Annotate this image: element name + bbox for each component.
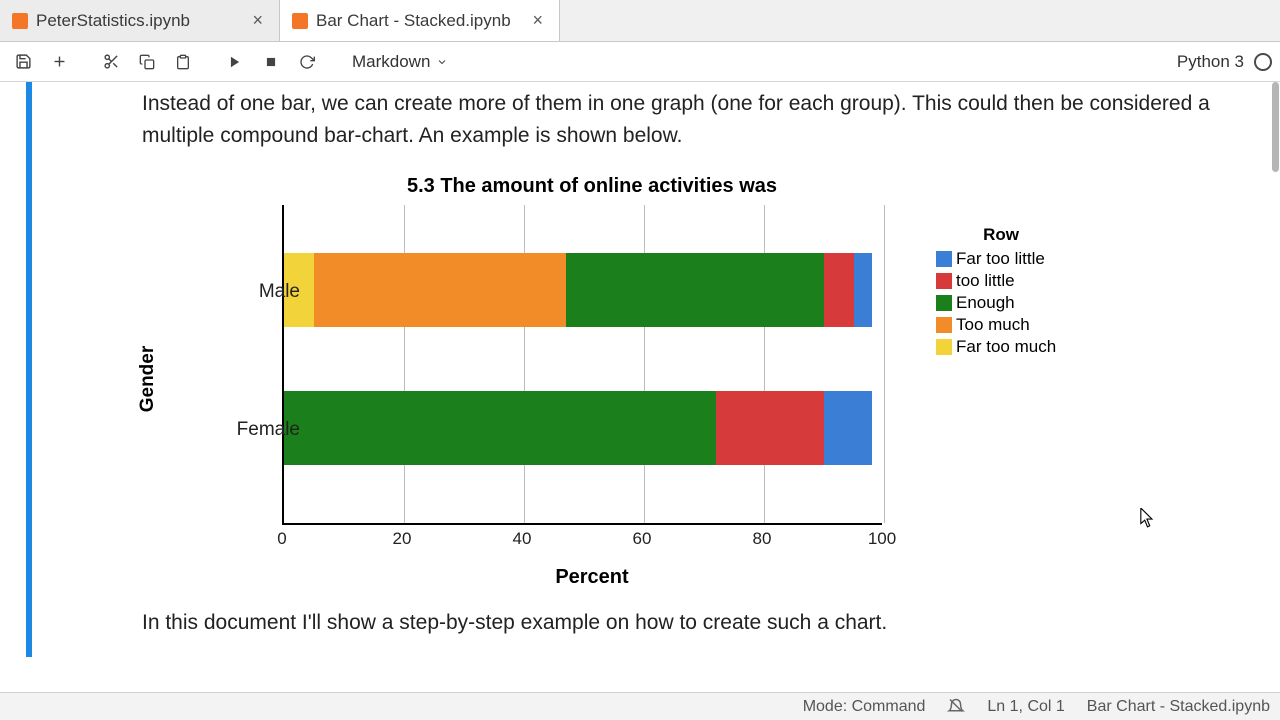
status-file: Bar Chart - Stacked.ipynb xyxy=(1087,698,1270,716)
status-mode: Mode: Command xyxy=(803,698,926,716)
scrollbar-thumb[interactable] xyxy=(1272,82,1279,172)
notebook-icon xyxy=(292,13,308,29)
markdown-paragraph: In this document I'll show a step-by-ste… xyxy=(142,607,1250,639)
y-axis-label: Gender xyxy=(137,346,159,413)
copy-button[interactable] xyxy=(132,47,162,77)
bar-segment xyxy=(314,253,566,327)
gridline xyxy=(884,205,885,523)
notifications-icon[interactable] xyxy=(947,698,965,716)
notebook-icon xyxy=(12,13,28,29)
notebook-area: Instead of one bar, we can create more o… xyxy=(0,82,1280,692)
tab-strip: PeterStatistics.ipynb × Bar Chart - Stac… xyxy=(0,0,1280,42)
markdown-paragraph: Instead of one bar, we can create more o… xyxy=(142,88,1250,151)
cut-button[interactable] xyxy=(96,47,126,77)
legend-label: too little xyxy=(956,271,1015,291)
markdown-cell[interactable]: Instead of one bar, we can create more o… xyxy=(26,82,1280,657)
bar-row xyxy=(284,253,872,327)
plot-area xyxy=(282,205,882,525)
status-bar: Mode: Command Ln 1, Col 1 Bar Chart - St… xyxy=(0,692,1280,720)
x-tick-label: 0 xyxy=(277,529,286,549)
chart-output: 5.3 The amount of online activities was … xyxy=(142,169,1250,589)
x-tick-label: 60 xyxy=(633,529,652,549)
tab-bar-chart-stacked[interactable]: Bar Chart - Stacked.ipynb × xyxy=(280,0,560,41)
legend-item: Enough xyxy=(936,293,1056,313)
close-icon[interactable]: × xyxy=(528,10,547,31)
bar-segment xyxy=(824,253,854,327)
tab-label: PeterStatistics.ipynb xyxy=(36,11,190,31)
legend-item: Far too much xyxy=(936,337,1056,357)
legend-label: Far too much xyxy=(956,337,1056,357)
category-label: Male xyxy=(180,281,300,303)
kernel-status-icon[interactable] xyxy=(1254,53,1272,71)
tab-peterstatistics[interactable]: PeterStatistics.ipynb × xyxy=(0,0,280,41)
stop-button[interactable] xyxy=(256,47,286,77)
tab-label: Bar Chart - Stacked.ipynb xyxy=(316,11,511,31)
x-tick-label: 20 xyxy=(393,529,412,549)
run-button[interactable] xyxy=(220,47,250,77)
legend-title: Row xyxy=(936,225,1056,245)
x-tick-label: 100 xyxy=(868,529,896,549)
legend-swatch xyxy=(936,295,952,311)
chart: 5.3 The amount of online activities was … xyxy=(142,169,912,589)
kernel-name[interactable]: Python 3 xyxy=(1177,52,1244,72)
legend-label: Far too little xyxy=(956,249,1045,269)
bar-segment xyxy=(284,391,716,465)
bar-segment xyxy=(716,391,824,465)
legend-swatch xyxy=(936,317,952,333)
legend-swatch xyxy=(936,339,952,355)
legend-label: Too much xyxy=(956,315,1030,335)
notebook-toolbar: Markdown Python 3 xyxy=(0,42,1280,82)
cell-type-label: Markdown xyxy=(352,52,430,72)
x-tick-label: 80 xyxy=(753,529,772,549)
legend-item: too little xyxy=(936,271,1056,291)
bar-row xyxy=(284,391,872,465)
chevron-down-icon xyxy=(436,56,448,68)
legend-item: Far too little xyxy=(936,249,1056,269)
legend-label: Enough xyxy=(956,293,1015,313)
add-cell-button[interactable] xyxy=(44,47,74,77)
legend-item: Too much xyxy=(936,315,1056,335)
bar-segment xyxy=(824,391,872,465)
close-icon[interactable]: × xyxy=(248,10,267,31)
chart-title: 5.3 The amount of online activities was xyxy=(312,175,872,198)
legend: Row Far too littletoo littleEnoughToo mu… xyxy=(936,225,1056,359)
category-label: Female xyxy=(180,419,300,441)
x-axis-label: Percent xyxy=(312,566,872,589)
save-button[interactable] xyxy=(8,47,38,77)
bar-segment xyxy=(566,253,824,327)
restart-button[interactable] xyxy=(292,47,322,77)
cell-type-select[interactable]: Markdown xyxy=(344,48,456,76)
legend-swatch xyxy=(936,273,952,289)
legend-swatch xyxy=(936,251,952,267)
paste-button[interactable] xyxy=(168,47,198,77)
status-linecol: Ln 1, Col 1 xyxy=(987,698,1064,716)
bar-segment xyxy=(854,253,872,327)
x-tick-label: 40 xyxy=(513,529,532,549)
